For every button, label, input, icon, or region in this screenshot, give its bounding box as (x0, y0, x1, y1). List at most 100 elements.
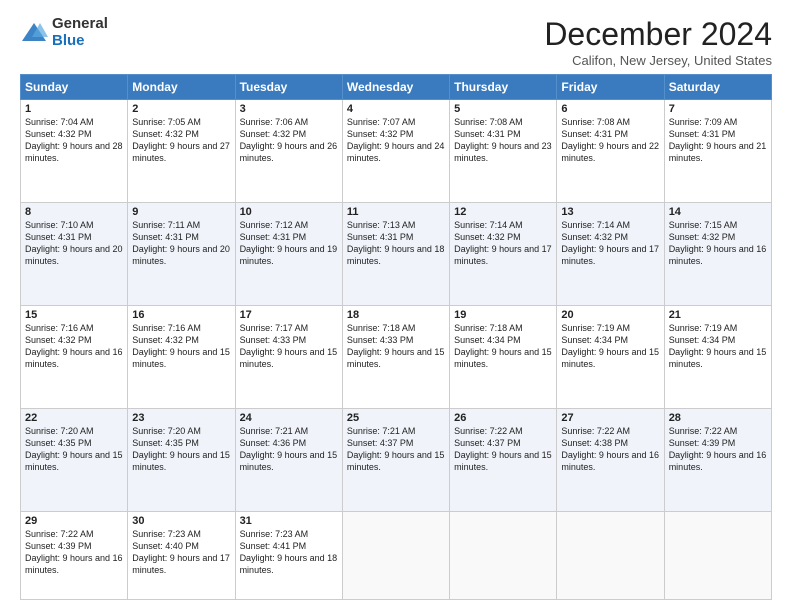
cell-info: Sunrise: 7:16 AM Sunset: 4:32 PM Dayligh… (25, 322, 123, 371)
calendar-cell: 20 Sunrise: 7:19 AM Sunset: 4:34 PM Dayl… (557, 305, 664, 408)
calendar-cell (450, 511, 557, 599)
calendar-cell: 7 Sunrise: 7:09 AM Sunset: 4:31 PM Dayli… (664, 100, 771, 203)
calendar-cell: 4 Sunrise: 7:07 AM Sunset: 4:32 PM Dayli… (342, 100, 449, 203)
calendar-cell (664, 511, 771, 599)
calendar-cell: 24 Sunrise: 7:21 AM Sunset: 4:36 PM Dayl… (235, 408, 342, 511)
calendar-cell: 31 Sunrise: 7:23 AM Sunset: 4:41 PM Dayl… (235, 511, 342, 599)
calendar-week-2: 8 Sunrise: 7:10 AM Sunset: 4:31 PM Dayli… (21, 202, 772, 305)
calendar-cell: 29 Sunrise: 7:22 AM Sunset: 4:39 PM Dayl… (21, 511, 128, 599)
calendar-cell (342, 511, 449, 599)
calendar-cell: 8 Sunrise: 7:10 AM Sunset: 4:31 PM Dayli… (21, 202, 128, 305)
calendar-cell: 1 Sunrise: 7:04 AM Sunset: 4:32 PM Dayli… (21, 100, 128, 203)
cell-info: Sunrise: 7:11 AM Sunset: 4:31 PM Dayligh… (132, 219, 230, 268)
cell-info: Sunrise: 7:17 AM Sunset: 4:33 PM Dayligh… (240, 322, 338, 371)
cell-info: Sunrise: 7:19 AM Sunset: 4:34 PM Dayligh… (561, 322, 659, 371)
calendar-cell: 21 Sunrise: 7:19 AM Sunset: 4:34 PM Dayl… (664, 305, 771, 408)
calendar-week-1: 1 Sunrise: 7:04 AM Sunset: 4:32 PM Dayli… (21, 100, 772, 203)
cell-info: Sunrise: 7:21 AM Sunset: 4:36 PM Dayligh… (240, 425, 338, 474)
logo-blue-text: Blue (52, 33, 108, 50)
cell-info: Sunrise: 7:16 AM Sunset: 4:32 PM Dayligh… (132, 322, 230, 371)
logo-general-text: General (52, 16, 108, 33)
calendar-cell: 22 Sunrise: 7:20 AM Sunset: 4:35 PM Dayl… (21, 408, 128, 511)
calendar-week-3: 15 Sunrise: 7:16 AM Sunset: 4:32 PM Dayl… (21, 305, 772, 408)
cell-info: Sunrise: 7:15 AM Sunset: 4:32 PM Dayligh… (669, 219, 767, 268)
day-number: 19 (454, 309, 552, 321)
day-number: 16 (132, 309, 230, 321)
cell-info: Sunrise: 7:19 AM Sunset: 4:34 PM Dayligh… (669, 322, 767, 371)
day-number: 13 (561, 206, 659, 218)
page: General Blue December 2024 Califon, New … (0, 0, 792, 612)
logo: General Blue (20, 16, 108, 49)
cell-info: Sunrise: 7:06 AM Sunset: 4:32 PM Dayligh… (240, 116, 338, 165)
day-header-tuesday: Tuesday (235, 75, 342, 100)
cell-info: Sunrise: 7:22 AM Sunset: 4:37 PM Dayligh… (454, 425, 552, 474)
cell-info: Sunrise: 7:04 AM Sunset: 4:32 PM Dayligh… (25, 116, 123, 165)
calendar-cell: 17 Sunrise: 7:17 AM Sunset: 4:33 PM Dayl… (235, 305, 342, 408)
day-number: 2 (132, 103, 230, 115)
day-number: 21 (669, 309, 767, 321)
calendar-cell: 27 Sunrise: 7:22 AM Sunset: 4:38 PM Dayl… (557, 408, 664, 511)
calendar-cell: 16 Sunrise: 7:16 AM Sunset: 4:32 PM Dayl… (128, 305, 235, 408)
calendar-cell: 28 Sunrise: 7:22 AM Sunset: 4:39 PM Dayl… (664, 408, 771, 511)
day-number: 14 (669, 206, 767, 218)
calendar-cell: 2 Sunrise: 7:05 AM Sunset: 4:32 PM Dayli… (128, 100, 235, 203)
cell-info: Sunrise: 7:08 AM Sunset: 4:31 PM Dayligh… (561, 116, 659, 165)
calendar-cell: 5 Sunrise: 7:08 AM Sunset: 4:31 PM Dayli… (450, 100, 557, 203)
day-number: 22 (25, 412, 123, 424)
cell-info: Sunrise: 7:08 AM Sunset: 4:31 PM Dayligh… (454, 116, 552, 165)
header: General Blue December 2024 Califon, New … (20, 16, 772, 68)
day-header-friday: Friday (557, 75, 664, 100)
calendar-cell: 12 Sunrise: 7:14 AM Sunset: 4:32 PM Dayl… (450, 202, 557, 305)
calendar-week-4: 22 Sunrise: 7:20 AM Sunset: 4:35 PM Dayl… (21, 408, 772, 511)
day-header-monday: Monday (128, 75, 235, 100)
cell-info: Sunrise: 7:18 AM Sunset: 4:33 PM Dayligh… (347, 322, 445, 371)
cell-info: Sunrise: 7:22 AM Sunset: 4:38 PM Dayligh… (561, 425, 659, 474)
day-number: 3 (240, 103, 338, 115)
calendar-cell: 6 Sunrise: 7:08 AM Sunset: 4:31 PM Dayli… (557, 100, 664, 203)
day-number: 6 (561, 103, 659, 115)
cell-info: Sunrise: 7:10 AM Sunset: 4:31 PM Dayligh… (25, 219, 123, 268)
calendar-cell: 18 Sunrise: 7:18 AM Sunset: 4:33 PM Dayl… (342, 305, 449, 408)
calendar-table: SundayMondayTuesdayWednesdayThursdayFrid… (20, 74, 772, 600)
calendar-cell: 19 Sunrise: 7:18 AM Sunset: 4:34 PM Dayl… (450, 305, 557, 408)
day-header-saturday: Saturday (664, 75, 771, 100)
calendar-cell: 26 Sunrise: 7:22 AM Sunset: 4:37 PM Dayl… (450, 408, 557, 511)
cell-info: Sunrise: 7:09 AM Sunset: 4:31 PM Dayligh… (669, 116, 767, 165)
cell-info: Sunrise: 7:21 AM Sunset: 4:37 PM Dayligh… (347, 425, 445, 474)
calendar-cell: 11 Sunrise: 7:13 AM Sunset: 4:31 PM Dayl… (342, 202, 449, 305)
calendar-cell: 15 Sunrise: 7:16 AM Sunset: 4:32 PM Dayl… (21, 305, 128, 408)
cell-info: Sunrise: 7:12 AM Sunset: 4:31 PM Dayligh… (240, 219, 338, 268)
day-header-thursday: Thursday (450, 75, 557, 100)
cell-info: Sunrise: 7:14 AM Sunset: 4:32 PM Dayligh… (454, 219, 552, 268)
cell-info: Sunrise: 7:23 AM Sunset: 4:40 PM Dayligh… (132, 528, 230, 577)
day-number: 31 (240, 515, 338, 527)
day-header-sunday: Sunday (21, 75, 128, 100)
day-number: 7 (669, 103, 767, 115)
day-number: 1 (25, 103, 123, 115)
cell-info: Sunrise: 7:23 AM Sunset: 4:41 PM Dayligh… (240, 528, 338, 577)
logo-text: General Blue (52, 16, 108, 49)
calendar-cell: 30 Sunrise: 7:23 AM Sunset: 4:40 PM Dayl… (128, 511, 235, 599)
month-title: December 2024 (544, 16, 772, 53)
day-number: 29 (25, 515, 123, 527)
day-number: 12 (454, 206, 552, 218)
day-number: 30 (132, 515, 230, 527)
calendar-cell (557, 511, 664, 599)
calendar-cell: 3 Sunrise: 7:06 AM Sunset: 4:32 PM Dayli… (235, 100, 342, 203)
day-number: 20 (561, 309, 659, 321)
logo-icon (20, 19, 48, 47)
cell-info: Sunrise: 7:07 AM Sunset: 4:32 PM Dayligh… (347, 116, 445, 165)
day-number: 27 (561, 412, 659, 424)
day-number: 9 (132, 206, 230, 218)
day-number: 17 (240, 309, 338, 321)
day-number: 24 (240, 412, 338, 424)
calendar-cell: 10 Sunrise: 7:12 AM Sunset: 4:31 PM Dayl… (235, 202, 342, 305)
calendar-cell: 9 Sunrise: 7:11 AM Sunset: 4:31 PM Dayli… (128, 202, 235, 305)
day-number: 28 (669, 412, 767, 424)
calendar-week-5: 29 Sunrise: 7:22 AM Sunset: 4:39 PM Dayl… (21, 511, 772, 599)
day-number: 26 (454, 412, 552, 424)
day-number: 23 (132, 412, 230, 424)
cell-info: Sunrise: 7:13 AM Sunset: 4:31 PM Dayligh… (347, 219, 445, 268)
header-right: December 2024 Califon, New Jersey, Unite… (544, 16, 772, 68)
cell-info: Sunrise: 7:14 AM Sunset: 4:32 PM Dayligh… (561, 219, 659, 268)
